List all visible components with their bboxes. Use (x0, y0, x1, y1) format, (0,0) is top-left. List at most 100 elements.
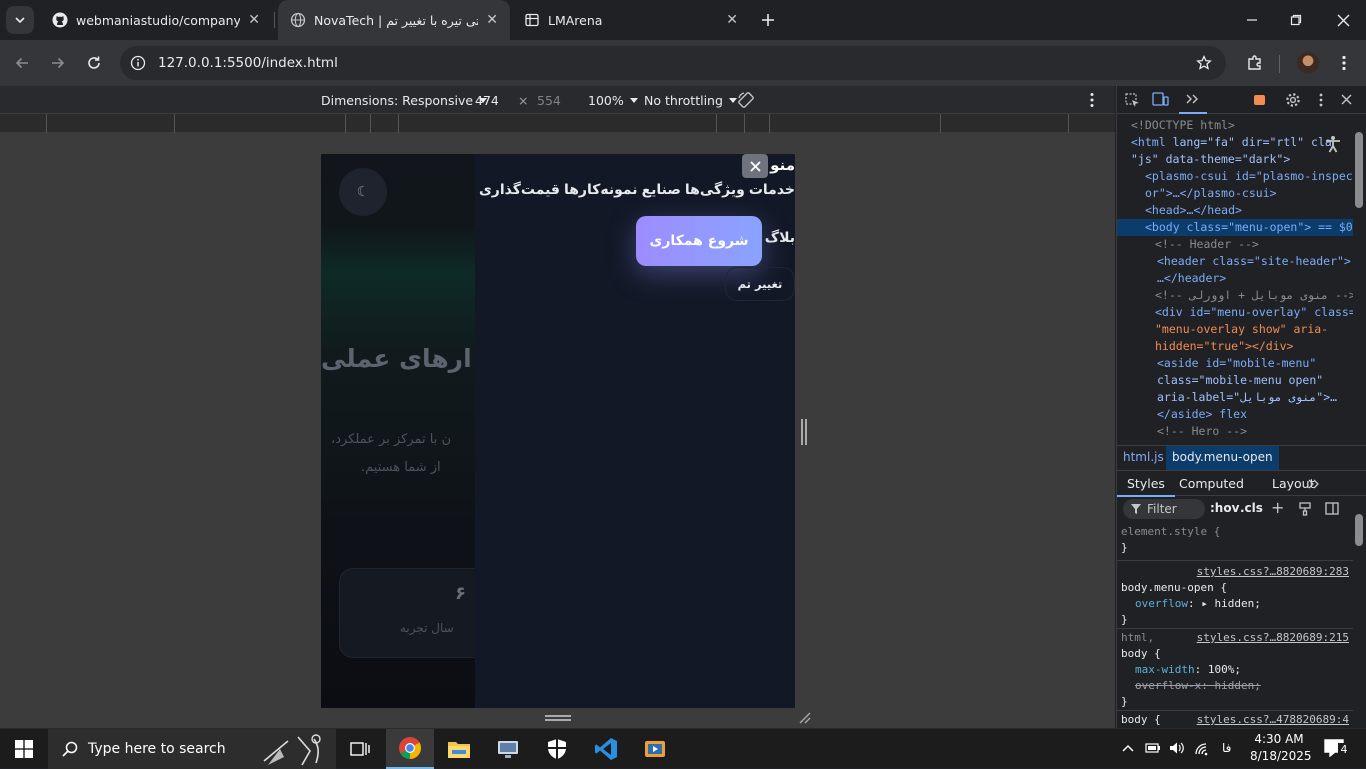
device-toggle-icon[interactable] (1152, 92, 1169, 107)
tab-novatech[interactable]: NovaTech | شرکتی تیره با تغییر تم ✕ (278, 0, 510, 40)
taskbar-media-app[interactable] (631, 729, 679, 769)
html-node[interactable]: <html lang="fa" dir="rtl" cla (1131, 135, 1332, 149)
inspect-icon[interactable] (1125, 93, 1140, 108)
restore-button[interactable] (1276, 0, 1316, 40)
tab-github[interactable]: webmaniastudio/company ✕ (40, 0, 272, 40)
star-icon[interactable] (1196, 55, 1212, 71)
info-icon[interactable] (130, 55, 146, 71)
theme-toggle-button[interactable]: تغییر تم (725, 267, 795, 301)
right-resize-handle[interactable] (801, 419, 807, 445)
menu-link-portfolio[interactable]: نمونه‌کارها (564, 182, 638, 198)
rule-source-link[interactable]: styles.css?…8820689:215 (1197, 630, 1349, 646)
gear-icon[interactable] (1285, 92, 1301, 108)
dimensions-select[interactable]: Dimensions: Responsive (321, 93, 488, 108)
rule-declaration[interactable]: max-width: 100%; (1121, 662, 1349, 678)
close-icon[interactable]: ✕ (486, 12, 498, 28)
chevron-up-icon[interactable] (1122, 743, 1134, 753)
close-icon[interactable]: ✕ (726, 12, 738, 28)
rule-declaration-overridden[interactable]: overflow-x: hidden; (1121, 678, 1349, 694)
battery-icon[interactable] (1145, 742, 1161, 754)
breadcrumb-html[interactable]: html.js (1123, 450, 1164, 464)
kebab-menu-icon[interactable] (1319, 93, 1323, 107)
header-node[interactable]: <header class="site-header"> (1157, 254, 1351, 268)
notification-center-button[interactable]: 4 (1320, 737, 1354, 761)
minimize-button[interactable] (1232, 0, 1272, 40)
window-close-button[interactable] (1322, 0, 1364, 40)
tab-lmarena[interactable]: LMArena ✕ (512, 0, 750, 40)
filter-input[interactable]: Filter (1123, 499, 1205, 519)
new-tab-button[interactable] (756, 8, 780, 32)
more-tabs-button[interactable] (1179, 86, 1207, 114)
issues-badge-icon[interactable] (1254, 95, 1265, 105)
taskbar-app-monitor[interactable] (484, 729, 532, 769)
hov-toggle[interactable]: :hov (1210, 501, 1239, 515)
media-query-ruler[interactable] (0, 114, 1115, 133)
close-icon[interactable] (1341, 94, 1352, 105)
double-chevron-icon (1186, 94, 1198, 104)
rule-declaration[interactable]: overflow: ▸ hidden; (1121, 596, 1349, 612)
menu-link-blog[interactable]: بلاگ (765, 230, 795, 246)
styles-scrollbar[interactable] (1355, 514, 1363, 546)
search-icon (62, 741, 78, 757)
menu-link-pricing[interactable]: قیمت‌گذاری (479, 182, 560, 198)
double-chevron-icon[interactable] (1308, 479, 1320, 489)
zoom-select[interactable]: 100% (588, 93, 638, 108)
corner-resize-icon[interactable] (798, 711, 812, 725)
plasmo-node[interactable]: <plasmo-csui id="plasmo-inspect (1145, 169, 1353, 183)
tab-title: NovaTech | شرکتی تیره با تغییر تم (314, 12, 478, 28)
rule-source-link[interactable]: styles.css?…8820689:283 (1121, 564, 1349, 580)
rotate-button[interactable] (737, 91, 755, 112)
tab-search-button[interactable] (6, 6, 34, 34)
width-input[interactable]: 474 (475, 93, 499, 108)
taskbar-vscode[interactable] (582, 729, 630, 769)
wifi-icon[interactable] (1194, 742, 1210, 756)
menu-link-services[interactable]: خدمات (749, 182, 795, 198)
clock[interactable]: 4:30 AM 8/18/2025 (1250, 731, 1312, 765)
avatar[interactable] (1297, 52, 1319, 74)
start-button[interactable] (0, 729, 48, 769)
new-rule-icon[interactable]: + (1271, 498, 1284, 517)
task-view-button[interactable] (336, 729, 384, 769)
overlay-node[interactable]: <div id="menu-overlay" class= (1155, 305, 1353, 319)
taskbar-chrome[interactable] (386, 729, 434, 769)
body-node-text: <body class="menu-open"> == $0 (1145, 220, 1353, 234)
input-language[interactable]: فا (1222, 741, 1231, 755)
tab-computed[interactable]: Computed (1179, 476, 1244, 491)
selected-body-node[interactable]: <body class="menu-open"> == $0 (1117, 219, 1353, 236)
zoom-label: 100% (588, 93, 624, 108)
elements-tree: <!DOCTYPE html> <html lang="fa" dir="rtl… (1117, 116, 1353, 442)
aside-node[interactable]: <aside id="mobile-menu" (1157, 356, 1316, 370)
doctype-line[interactable]: <!DOCTYPE html> (1131, 118, 1235, 132)
throttling-select[interactable]: No throttling (644, 93, 737, 108)
breadcrumb-body[interactable]: body.menu-open (1166, 446, 1279, 470)
head-node[interactable]: <head>…</head> (1145, 203, 1242, 217)
bottom-resize-handle[interactable] (545, 715, 571, 721)
accessibility-icon[interactable] (1323, 134, 1343, 154)
chrome-menu-button[interactable] (1330, 49, 1358, 77)
elements-scrollbar[interactable] (1355, 132, 1363, 208)
back-button[interactable] (8, 49, 36, 77)
arrow-right-icon (52, 57, 65, 69)
cls-toggle[interactable]: .cls (1240, 501, 1263, 515)
taskbar-file-explorer[interactable] (435, 729, 483, 769)
decl-prop: overflow (1135, 597, 1188, 610)
tab-styles[interactable]: Styles (1117, 471, 1175, 497)
address-bar[interactable]: 127.0.0.1:5500/index.html (120, 46, 1226, 80)
menu-link-industries[interactable]: صنایع (642, 182, 681, 198)
menu-close-button[interactable] (742, 154, 768, 178)
height-input[interactable]: 554 (537, 93, 561, 108)
reload-button[interactable] (80, 49, 108, 77)
times-sign: × (518, 93, 529, 108)
menu-link-features[interactable]: ویژگی‌ها (685, 182, 745, 198)
close-icon[interactable]: ✕ (248, 12, 260, 28)
taskbar-search[interactable]: Type here to search (48, 729, 336, 769)
volume-icon[interactable] (1169, 741, 1185, 755)
paint-icon[interactable] (1299, 502, 1311, 516)
rule-source-link[interactable]: styles.css?…478820689:4 (1197, 712, 1349, 728)
device-toolbar-more-button[interactable] (1090, 92, 1094, 111)
sidebar-toggle-icon[interactable] (1325, 502, 1339, 515)
extensions-button[interactable] (1241, 49, 1269, 77)
cta-button[interactable]: شروع همکاری (636, 216, 762, 266)
taskbar-security[interactable] (533, 729, 581, 769)
forward-button[interactable] (44, 49, 72, 77)
